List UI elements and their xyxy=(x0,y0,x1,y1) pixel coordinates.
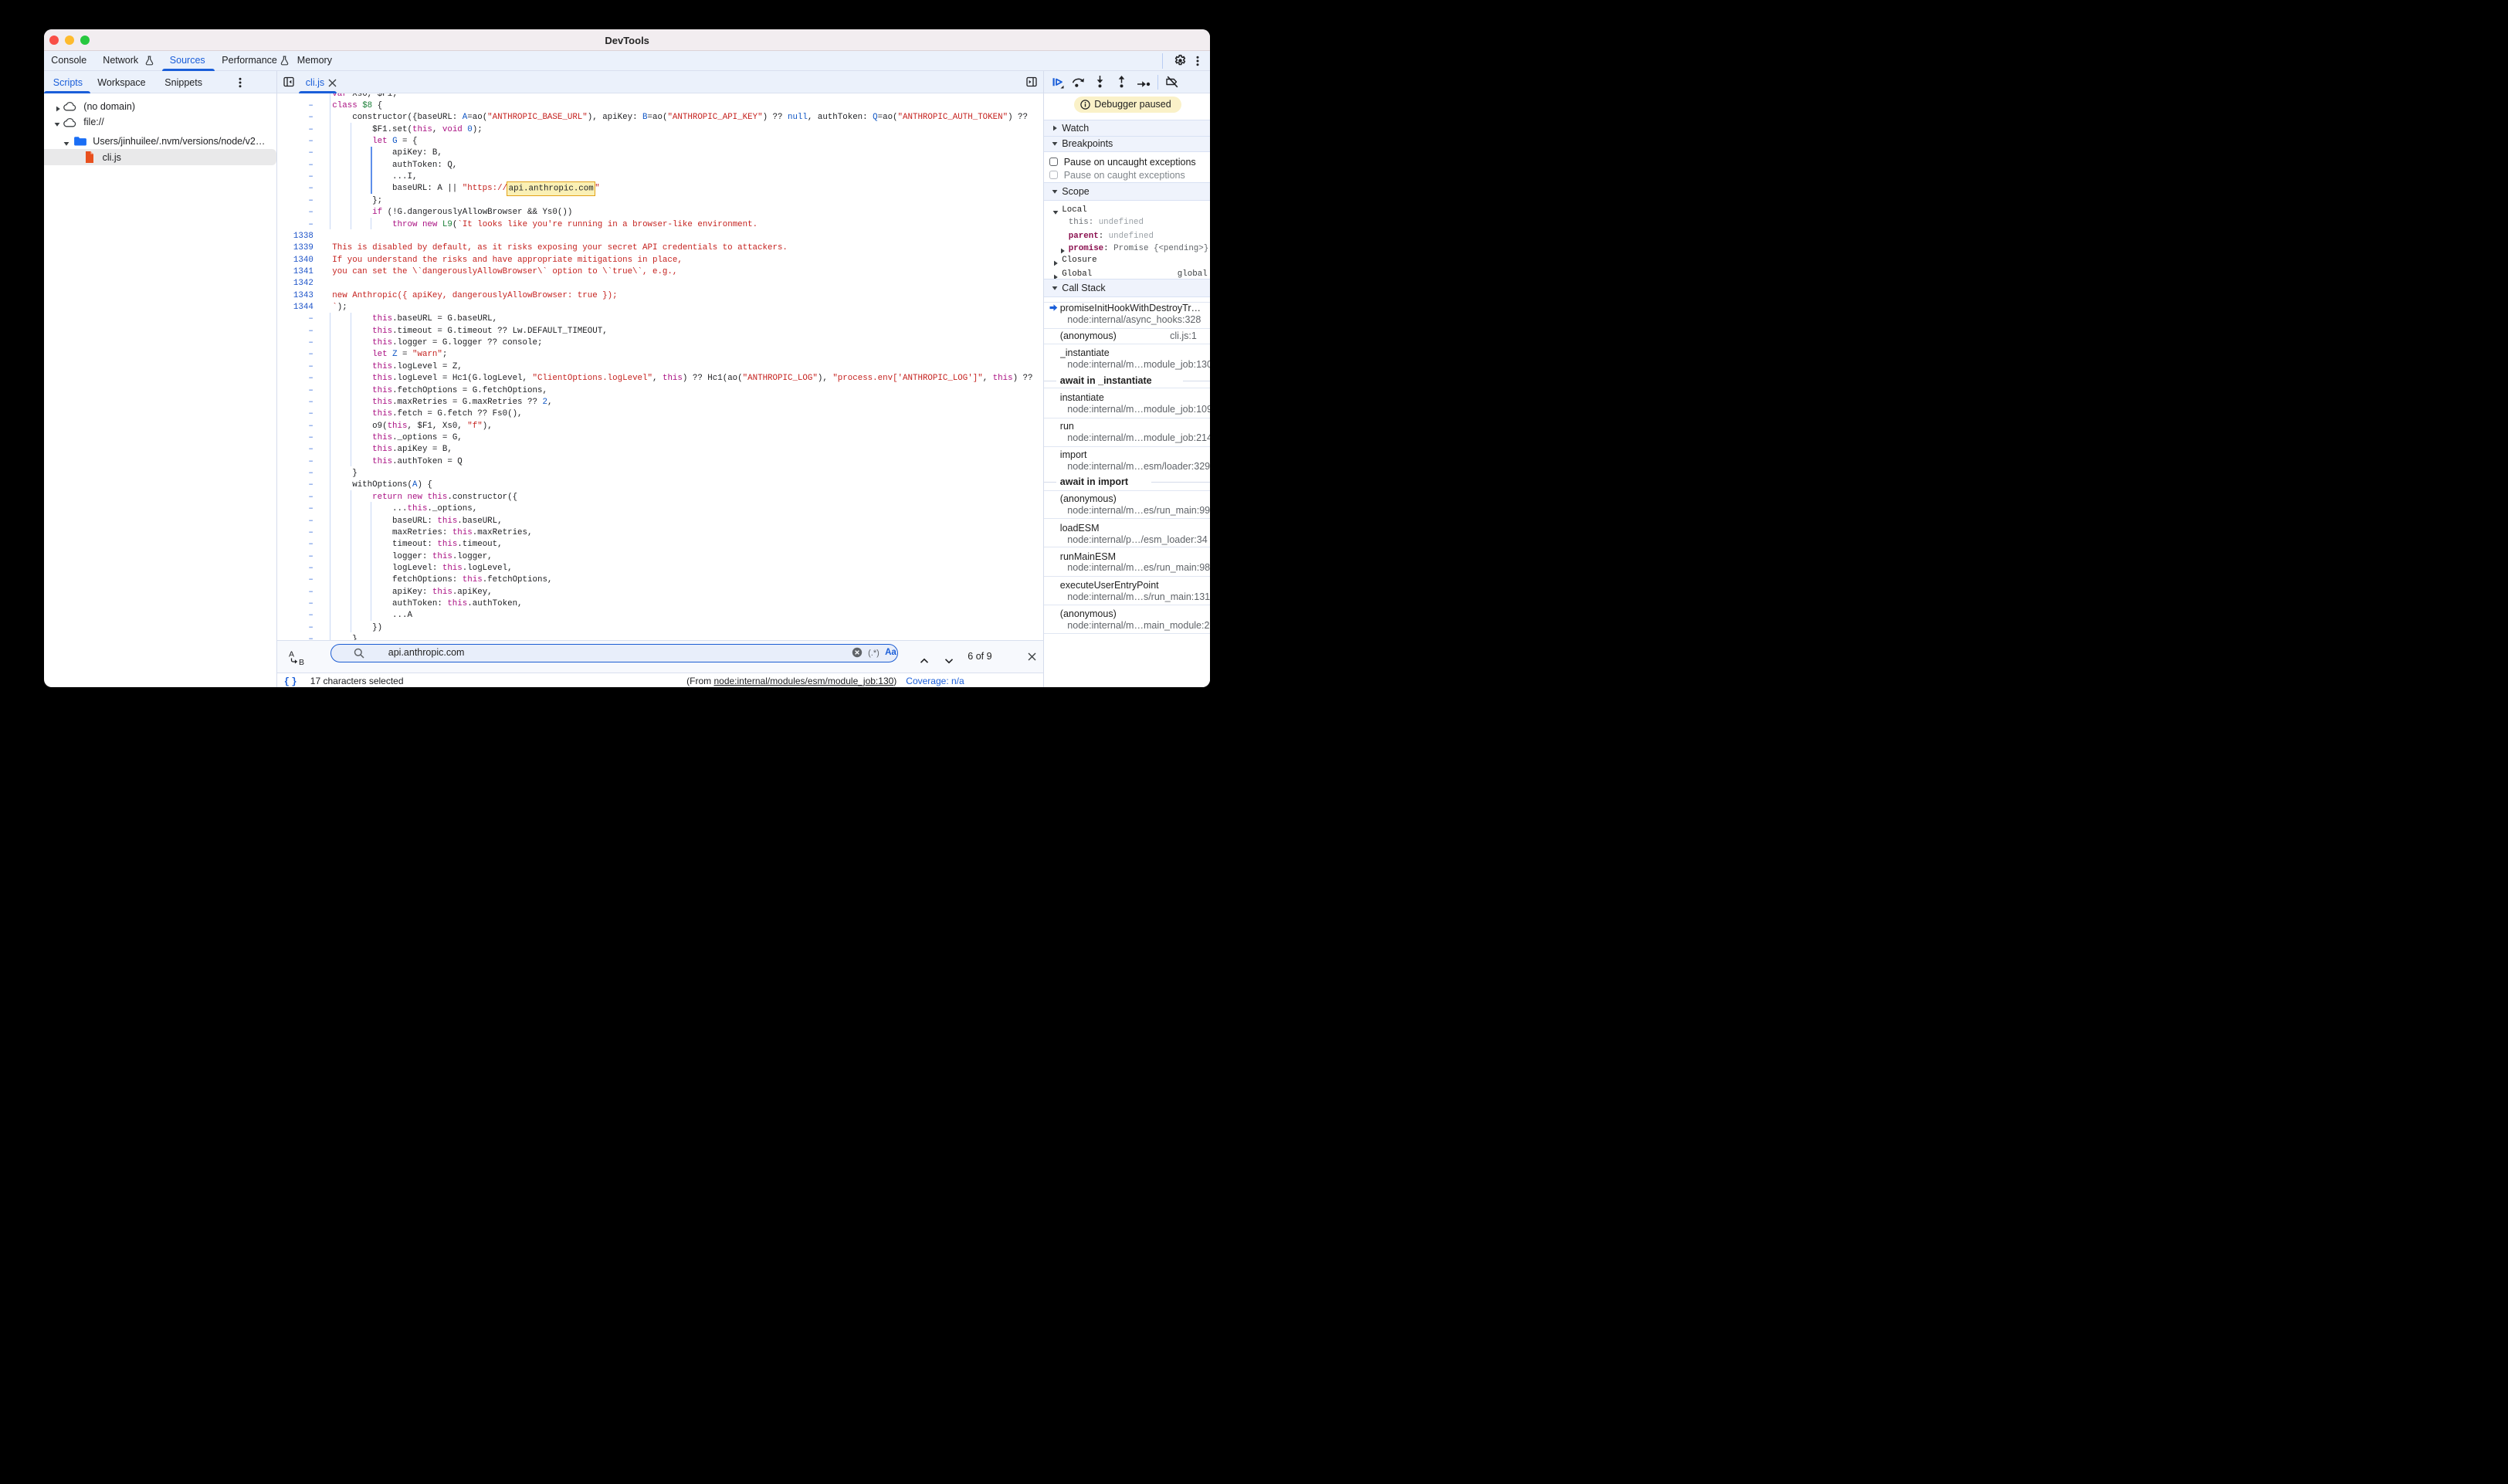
svg-text:B: B xyxy=(299,658,304,666)
svg-text:A: A xyxy=(289,649,294,659)
